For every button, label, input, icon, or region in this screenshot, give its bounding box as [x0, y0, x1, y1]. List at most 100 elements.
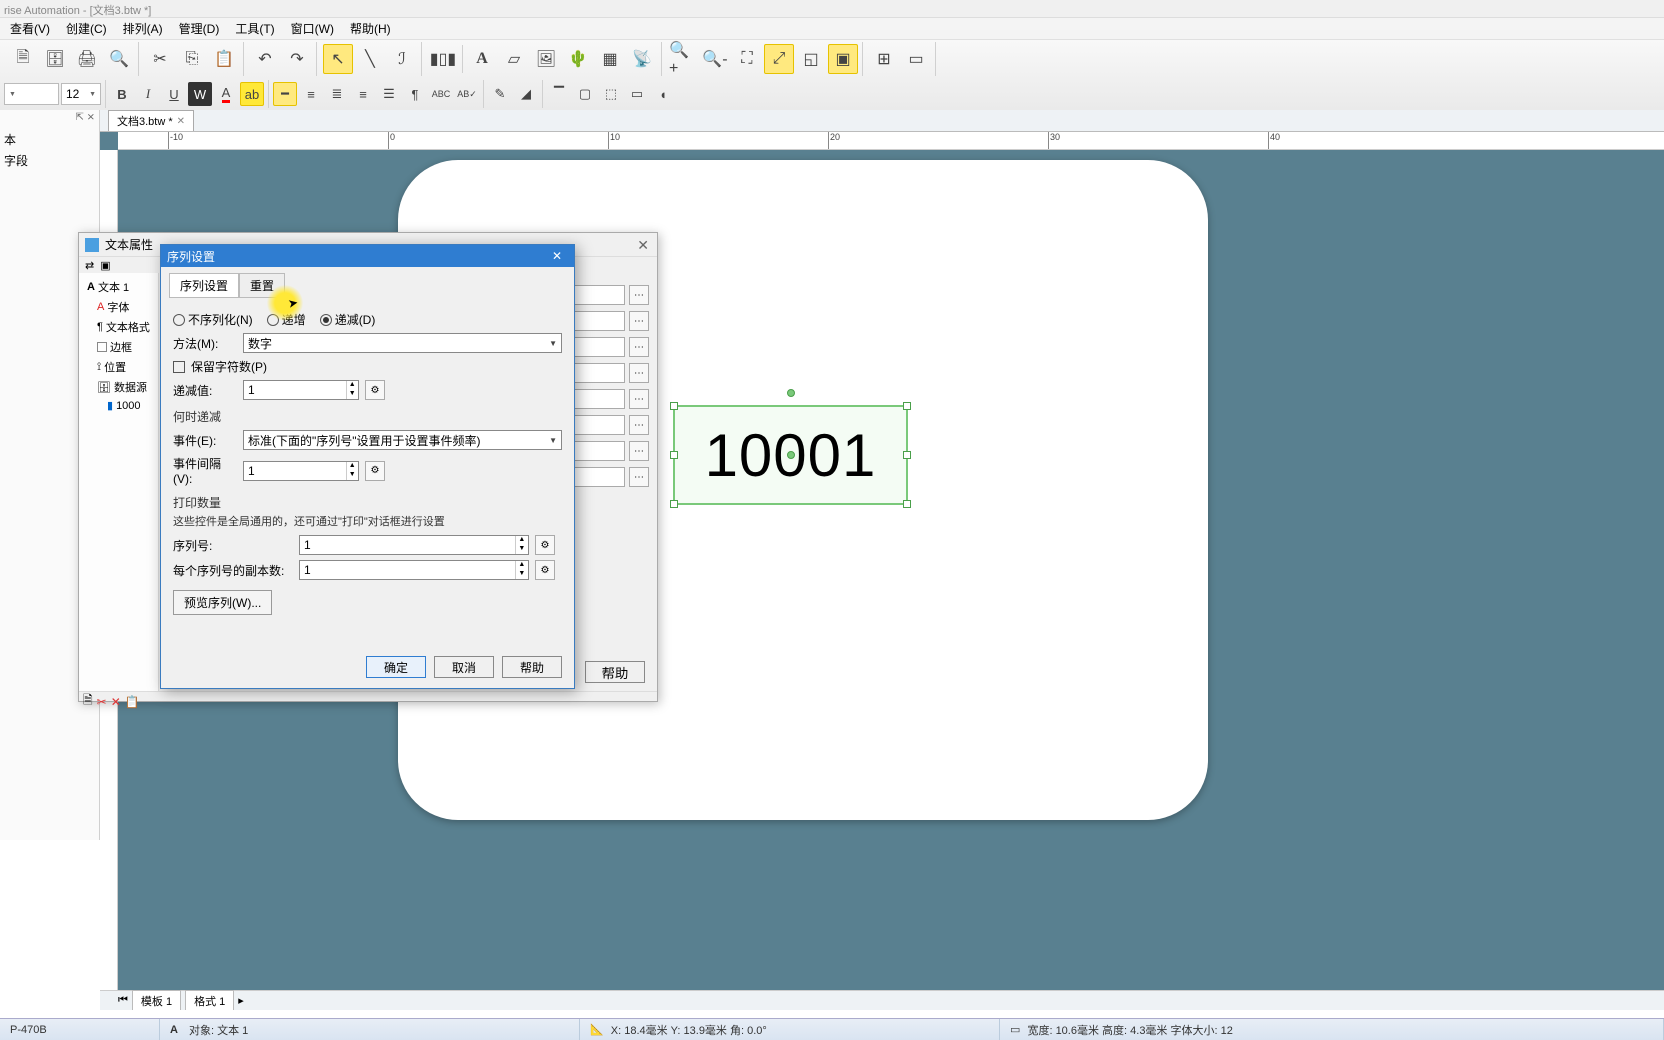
- close-icon[interactable]: ✕: [637, 237, 649, 254]
- interval-spinner[interactable]: ▲▼: [243, 461, 359, 481]
- database-icon[interactable]: 🗄: [40, 44, 70, 74]
- browse-icon[interactable]: ⋯: [629, 363, 649, 383]
- method-combo[interactable]: 数字▼: [243, 333, 562, 353]
- cancel-button[interactable]: 取消: [434, 656, 494, 678]
- paste-icon[interactable]: 📋: [125, 695, 140, 709]
- center-handle[interactable]: [787, 451, 795, 459]
- tree-data-value[interactable]: ▮ 1000: [83, 397, 154, 414]
- bold-icon[interactable]: B: [110, 82, 134, 106]
- zoom-region-icon[interactable]: ⛶: [732, 44, 762, 74]
- text-object-icon[interactable]: A: [467, 44, 497, 74]
- copy-icon[interactable]: ⎘: [177, 44, 207, 74]
- align-center-icon[interactable]: ≣: [325, 82, 349, 106]
- border-top-icon[interactable]: ▔: [547, 82, 571, 106]
- redo-icon[interactable]: ↷: [282, 44, 312, 74]
- step-spinner[interactable]: ▲▼: [243, 380, 359, 400]
- zoom-fit-icon[interactable]: ⤢: [764, 44, 794, 74]
- ok-button[interactable]: 确定: [366, 656, 426, 678]
- rrect-icon[interactable]: ◖: [651, 82, 675, 106]
- superscript-icon[interactable]: ABC: [429, 82, 453, 106]
- font-family-combo[interactable]: ▼: [4, 83, 59, 105]
- menu-create[interactable]: 创建(C): [58, 18, 115, 39]
- pen-icon[interactable]: ✎: [488, 82, 512, 106]
- radio-increment[interactable]: [267, 314, 279, 326]
- resize-handle[interactable]: [903, 500, 911, 508]
- print-preview-icon[interactable]: 🔍: [104, 44, 134, 74]
- resize-handle[interactable]: [670, 402, 678, 410]
- copies-options-icon[interactable]: ⚙: [535, 560, 555, 580]
- tab-reset[interactable]: 重置: [239, 273, 285, 298]
- format-tab[interactable]: 格式 1: [185, 990, 234, 1010]
- keep-chars-checkbox[interactable]: [173, 361, 185, 373]
- new-doc-icon[interactable]: 🗎: [8, 44, 38, 74]
- menu-window[interactable]: 窗口(W): [283, 18, 342, 39]
- line-weight-icon[interactable]: ━: [273, 82, 297, 106]
- browse-icon[interactable]: ⋯: [629, 415, 649, 435]
- zoom-100-icon[interactable]: ◱: [796, 44, 826, 74]
- copies-spinner[interactable]: ▲▼: [299, 560, 529, 580]
- interval-options-icon[interactable]: ⚙: [365, 461, 385, 481]
- add-tab-icon[interactable]: ▸: [238, 994, 244, 1007]
- italic-icon[interactable]: I: [136, 82, 160, 106]
- pointer-tool-icon[interactable]: ↖: [323, 44, 353, 74]
- close-icon[interactable]: ✕: [177, 116, 185, 127]
- table-icon[interactable]: ▦: [595, 44, 625, 74]
- menu-help[interactable]: 帮助(H): [342, 18, 399, 39]
- text-tool-icon[interactable]: ℐ: [387, 44, 417, 74]
- rotate-handle[interactable]: [787, 389, 795, 397]
- barcode-tool-icon[interactable]: ▮▯▮: [428, 44, 458, 74]
- help-button[interactable]: 帮助: [585, 661, 645, 683]
- serial-options-icon[interactable]: ⚙: [535, 535, 555, 555]
- browse-icon[interactable]: ⋯: [629, 389, 649, 409]
- grid-icon[interactable]: ⊞: [869, 44, 899, 74]
- zoom-in-icon[interactable]: 🔍+: [668, 44, 698, 74]
- tree-datasource[interactable]: 🗄 数据源: [83, 377, 154, 397]
- expand-icon[interactable]: ⇄: [85, 259, 94, 271]
- spellcheck-icon[interactable]: AB✓: [455, 82, 479, 106]
- underline-icon[interactable]: U: [162, 82, 186, 106]
- ruler-icon[interactable]: ▭: [901, 44, 931, 74]
- template-tab[interactable]: 模板 1: [132, 990, 181, 1010]
- dialog-title-bar[interactable]: 序列设置 ✕: [161, 245, 574, 267]
- serial-spinner[interactable]: ▲▼: [299, 535, 529, 555]
- panel-pin-close[interactable]: ⇱ ⨯: [0, 110, 99, 125]
- image-tool-icon[interactable]: 🖼: [531, 44, 561, 74]
- new-icon[interactable]: 🗎: [83, 691, 93, 712]
- align-left-icon[interactable]: ≡: [299, 82, 323, 106]
- zoom-page-icon[interactable]: ▣: [828, 44, 858, 74]
- resize-handle[interactable]: [903, 402, 911, 410]
- font-size-combo[interactable]: 12 ▼: [61, 83, 101, 105]
- highlight-icon[interactable]: ab: [240, 82, 264, 106]
- menu-arrange[interactable]: 排列(A): [115, 18, 171, 39]
- event-combo[interactable]: 标准(下面的"序列号"设置用于设置事件频率)▼: [243, 430, 562, 450]
- font-color-icon[interactable]: A: [214, 82, 238, 106]
- tree-root[interactable]: A 文本 1: [83, 277, 154, 297]
- collapse-icon[interactable]: ▣: [100, 259, 110, 271]
- close-icon[interactable]: ✕: [546, 247, 568, 265]
- line-tool-icon[interactable]: ╲: [355, 44, 385, 74]
- panel-item-1[interactable]: 本: [4, 129, 95, 150]
- fill-icon[interactable]: ◢: [514, 82, 538, 106]
- step-options-icon[interactable]: ⚙: [365, 380, 385, 400]
- tab-sequence[interactable]: 序列设置: [169, 273, 239, 298]
- radio-none[interactable]: [173, 314, 185, 326]
- zoom-out-icon[interactable]: 🔍-: [700, 44, 730, 74]
- menu-tools[interactable]: 工具(T): [227, 18, 282, 39]
- rfid-icon[interactable]: 📡: [627, 44, 657, 74]
- tree-textformat[interactable]: ¶ 文本格式: [83, 317, 154, 337]
- inverse-icon[interactable]: W: [188, 82, 212, 106]
- rect-icon[interactable]: ▭: [625, 82, 649, 106]
- border-all-icon[interactable]: ▢: [573, 82, 597, 106]
- delete-icon[interactable]: ✕: [111, 695, 121, 709]
- print-icon[interactable]: 🖨: [72, 44, 102, 74]
- radio-decrement[interactable]: [320, 314, 332, 326]
- menu-view[interactable]: 查看(V): [2, 18, 58, 39]
- resize-handle[interactable]: [670, 500, 678, 508]
- tree-border[interactable]: 边框: [83, 337, 154, 357]
- align-right-icon[interactable]: ≡: [351, 82, 375, 106]
- cut-icon[interactable]: ✂: [97, 695, 107, 709]
- preview-sequence-button[interactable]: 预览序列(W)...: [173, 590, 272, 615]
- text-object-selected[interactable]: 10001: [673, 405, 908, 505]
- align-justify-icon[interactable]: ☰: [377, 82, 401, 106]
- doc-tab[interactable]: 文档3.btw * ✕: [108, 110, 194, 131]
